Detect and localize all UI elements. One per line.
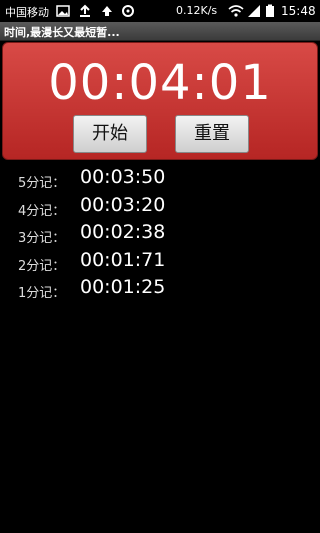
signal-icon bbox=[247, 4, 261, 18]
app-title-bar: 时间,最漫长又最短暂... bbox=[0, 22, 320, 41]
lap-list: 5分记： 00:03:50 4分记： 00:03:20 3分记： 00:02:3… bbox=[0, 164, 320, 302]
lap-time: 00:01:25 bbox=[80, 276, 166, 298]
lap-label: 5分记： bbox=[18, 176, 66, 191]
timer-panel: 00:04:01 开始 重置 bbox=[2, 42, 318, 160]
reset-button[interactable]: 重置 bbox=[175, 115, 249, 153]
lap-row: 2分记： 00:01:71 bbox=[0, 247, 320, 275]
lap-time: 00:02:38 bbox=[80, 221, 166, 243]
carrier-name: 中国移动 bbox=[5, 6, 49, 19]
sync-icon bbox=[121, 4, 135, 18]
upload-icon bbox=[78, 4, 92, 18]
wifi-icon bbox=[228, 4, 244, 18]
clock: 15:48 bbox=[281, 4, 316, 18]
lap-row: 4分记： 00:03:20 bbox=[0, 192, 320, 220]
lap-row: 3分记： 00:02:38 bbox=[0, 219, 320, 247]
lap-row: 1分记： 00:01:25 bbox=[0, 274, 320, 302]
upload-arrow-icon bbox=[100, 4, 114, 18]
lap-row: 5分记： 00:03:50 bbox=[0, 164, 320, 192]
lap-time: 00:03:50 bbox=[80, 166, 166, 188]
lap-label: 1分记： bbox=[18, 286, 66, 301]
timer-display: 00:04:01 bbox=[48, 55, 272, 111]
status-bar: 中国移动 0.12K/s 15:48 bbox=[0, 0, 320, 22]
start-button[interactable]: 开始 bbox=[73, 115, 147, 153]
lap-time: 00:03:20 bbox=[80, 193, 166, 216]
battery-icon bbox=[264, 4, 276, 18]
lap-time: 00:01:71 bbox=[80, 248, 166, 271]
app-title: 时间,最漫长又最短暂... bbox=[4, 26, 120, 39]
lap-label: 4分记： bbox=[18, 203, 66, 219]
image-icon bbox=[56, 4, 70, 18]
lap-label: 3分记： bbox=[18, 231, 66, 246]
network-speed: 0.12K/s bbox=[176, 4, 218, 17]
lap-label: 2分记： bbox=[18, 258, 66, 274]
